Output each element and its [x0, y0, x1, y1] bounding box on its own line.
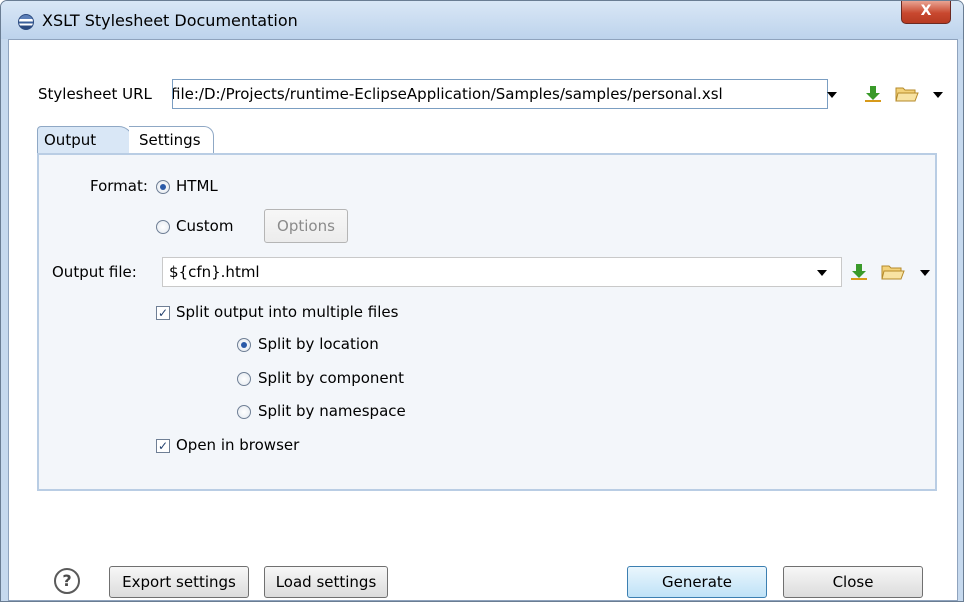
split-output-label[interactable]: Split output into multiple files [176, 303, 398, 321]
window-title: XSLT Stylesheet Documentation [42, 11, 298, 30]
split-by-location-radio[interactable] [237, 338, 251, 352]
output-panel [37, 153, 937, 491]
tab-output[interactable]: Output [37, 126, 133, 154]
open-in-browser-label[interactable]: Open in browser [176, 436, 299, 454]
download-icon[interactable] [864, 85, 882, 103]
tab-settings-label: Settings [139, 131, 201, 149]
export-settings-button[interactable]: Export settings [109, 566, 249, 598]
dialog-body: Stylesheet URL file:/D:/Projects/runtime… [8, 39, 958, 601]
help-icon[interactable]: ? [54, 568, 80, 594]
split-by-component-radio[interactable] [237, 372, 251, 386]
chevron-down-icon[interactable] [933, 92, 943, 98]
stylesheet-url-label: Stylesheet URL [38, 85, 152, 103]
tab-output-label: Output [44, 131, 97, 149]
close-button[interactable]: Close [783, 566, 923, 598]
split-by-location-label[interactable]: Split by location [258, 335, 379, 353]
format-custom-radio[interactable] [156, 220, 170, 234]
open-in-browser-checkbox[interactable]: ✓ [156, 439, 170, 453]
output-file-label: Output file: [52, 263, 137, 281]
format-html-label[interactable]: HTML [176, 177, 218, 195]
stylesheet-url-value: file:/D:/Projects/runtime-EclipseApplica… [172, 85, 723, 103]
chevron-down-icon[interactable] [920, 270, 930, 276]
tab-settings[interactable]: Settings [129, 126, 214, 153]
format-label: Format: [90, 177, 148, 195]
split-output-checkbox[interactable]: ✓ [156, 306, 170, 320]
split-by-component-label[interactable]: Split by component [258, 369, 404, 387]
folder-icon[interactable] [881, 263, 905, 281]
format-html-radio[interactable] [156, 180, 170, 194]
split-by-namespace-label[interactable]: Split by namespace [258, 402, 406, 420]
eclipse-icon [18, 14, 34, 30]
chevron-down-icon[interactable] [817, 270, 827, 276]
output-file-input[interactable]: ${cfn}.html [162, 257, 842, 287]
download-icon[interactable] [850, 263, 868, 281]
stylesheet-url-input[interactable]: file:/D:/Projects/runtime-EclipseApplica… [172, 79, 828, 109]
split-by-namespace-radio[interactable] [237, 405, 251, 419]
load-settings-button[interactable]: Load settings [264, 566, 388, 598]
format-custom-label[interactable]: Custom [176, 217, 233, 235]
window-close-button[interactable]: X [901, 1, 951, 24]
options-button[interactable]: Options [264, 209, 348, 243]
chevron-down-icon[interactable] [827, 92, 837, 98]
folder-icon[interactable] [895, 85, 919, 103]
generate-button[interactable]: Generate [627, 566, 767, 598]
title-bar[interactable]: XSLT Stylesheet Documentation X [1, 1, 963, 39]
dialog-window: XSLT Stylesheet Documentation X Styleshe… [0, 0, 964, 602]
